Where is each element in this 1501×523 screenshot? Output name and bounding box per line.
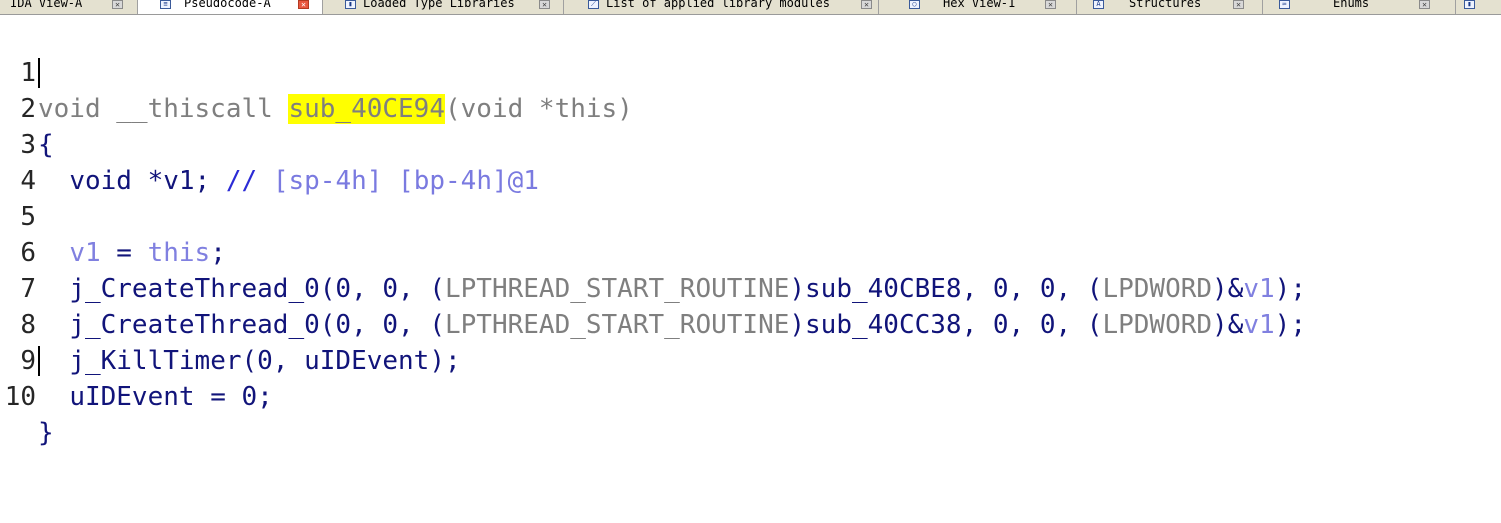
- code-line-4: 4: [0, 127, 63, 196]
- code-line-5: 5 v1 = this;: [0, 163, 226, 268]
- close-icon[interactable]: ✕: [1045, 0, 1056, 9]
- code-text: j_CreateThread_0(0, 0, (LPTHREAD_START_R…: [69, 310, 1306, 340]
- close-icon[interactable]: ✕: [112, 0, 123, 9]
- pseudocode-icon: ≡: [160, 0, 171, 9]
- tab-enums[interactable]: ≔ Enums ✕: [1263, 0, 1456, 14]
- close-icon[interactable]: ✕: [298, 0, 309, 9]
- tab-overflow[interactable]: ▮: [1456, 0, 1501, 14]
- close-icon[interactable]: ✕: [861, 0, 872, 9]
- code-line-10: 10 }: [0, 343, 63, 448]
- code-text: uIDEvent = 0;: [69, 382, 273, 412]
- hex-view-icon: ○: [909, 0, 920, 9]
- enums-icon: ≔: [1279, 0, 1290, 9]
- tab-ida-view-a[interactable]: IDA View-A ✕: [0, 0, 138, 14]
- code-text: j_CreateThread_0(0, 0, (LPTHREAD_START_R…: [69, 274, 1306, 304]
- tab-label: Pseudocode-A: [184, 0, 271, 10]
- tab-label: Enums: [1333, 0, 1370, 10]
- code-text: void __thiscall sub_40CE94(void *this): [38, 94, 633, 124]
- tab-label: List of applied library modules: [606, 0, 830, 10]
- code-line-8: 8 j_KillTimer(0, uIDEvent);: [0, 271, 460, 376]
- close-icon[interactable]: ✕: [1233, 0, 1244, 9]
- tab-label: IDA View-A: [10, 0, 83, 10]
- code-text: v1 = this;: [69, 238, 226, 268]
- code-line-7: 7 j_CreateThread_0(0, 0, (LPTHREAD_START…: [0, 235, 1306, 340]
- code-text: j_KillTimer(0, uIDEvent);: [69, 346, 461, 376]
- text-cursor: [38, 346, 40, 376]
- tab-label: Hex View-1: [943, 0, 1016, 10]
- tab-bar: IDA View-A ✕ ≡ Pseudocode-A ✕ ▮ Loaded T…: [0, 0, 1501, 15]
- code-line-3: 3 void *v1; // [sp-4h] [bp-4h]@1: [0, 91, 539, 196]
- type-library-icon: ▮: [345, 0, 356, 9]
- line-number: 10: [4, 382, 36, 412]
- tab-label: Structures: [1129, 0, 1202, 10]
- code-line-9: 9 uIDEvent = 0;: [0, 307, 272, 412]
- tab-hex-view-1[interactable]: ○ Hex View-1 ✕: [879, 0, 1077, 14]
- code-line-1: 1 void __thiscall sub_40CE94(void *this): [0, 19, 633, 124]
- structures-icon: A: [1093, 0, 1104, 9]
- overflow-tab-icon: ▮: [1464, 0, 1475, 9]
- tab-pseudocode-a[interactable]: ≡ Pseudocode-A ✕: [138, 0, 323, 14]
- close-icon[interactable]: ✕: [539, 0, 550, 9]
- code-line-6: 6 j_CreateThread_0(0, 0, (LPTHREAD_START…: [0, 199, 1306, 304]
- tab-loaded-type-libraries[interactable]: ▮ Loaded Type Libraries ✕: [323, 0, 564, 14]
- text-cursor: [38, 58, 40, 88]
- tab-label: Loaded Type Libraries: [363, 0, 515, 10]
- code-text: }: [38, 418, 54, 448]
- library-modules-icon: ⟋: [588, 0, 599, 9]
- function-name-highlight[interactable]: sub_40CE94: [288, 94, 445, 124]
- close-icon[interactable]: ✕: [1419, 0, 1430, 9]
- code-line-2: 2 {: [0, 55, 63, 160]
- code-text: void *v1; // [sp-4h] [bp-4h]@1: [69, 166, 539, 196]
- pseudocode-editor[interactable]: 1 void __thiscall sub_40CE94(void *this)…: [0, 15, 1501, 448]
- tab-applied-library-modules[interactable]: ⟋ List of applied library modules ✕: [564, 0, 879, 14]
- tab-structures[interactable]: A Structures ✕: [1077, 0, 1263, 14]
